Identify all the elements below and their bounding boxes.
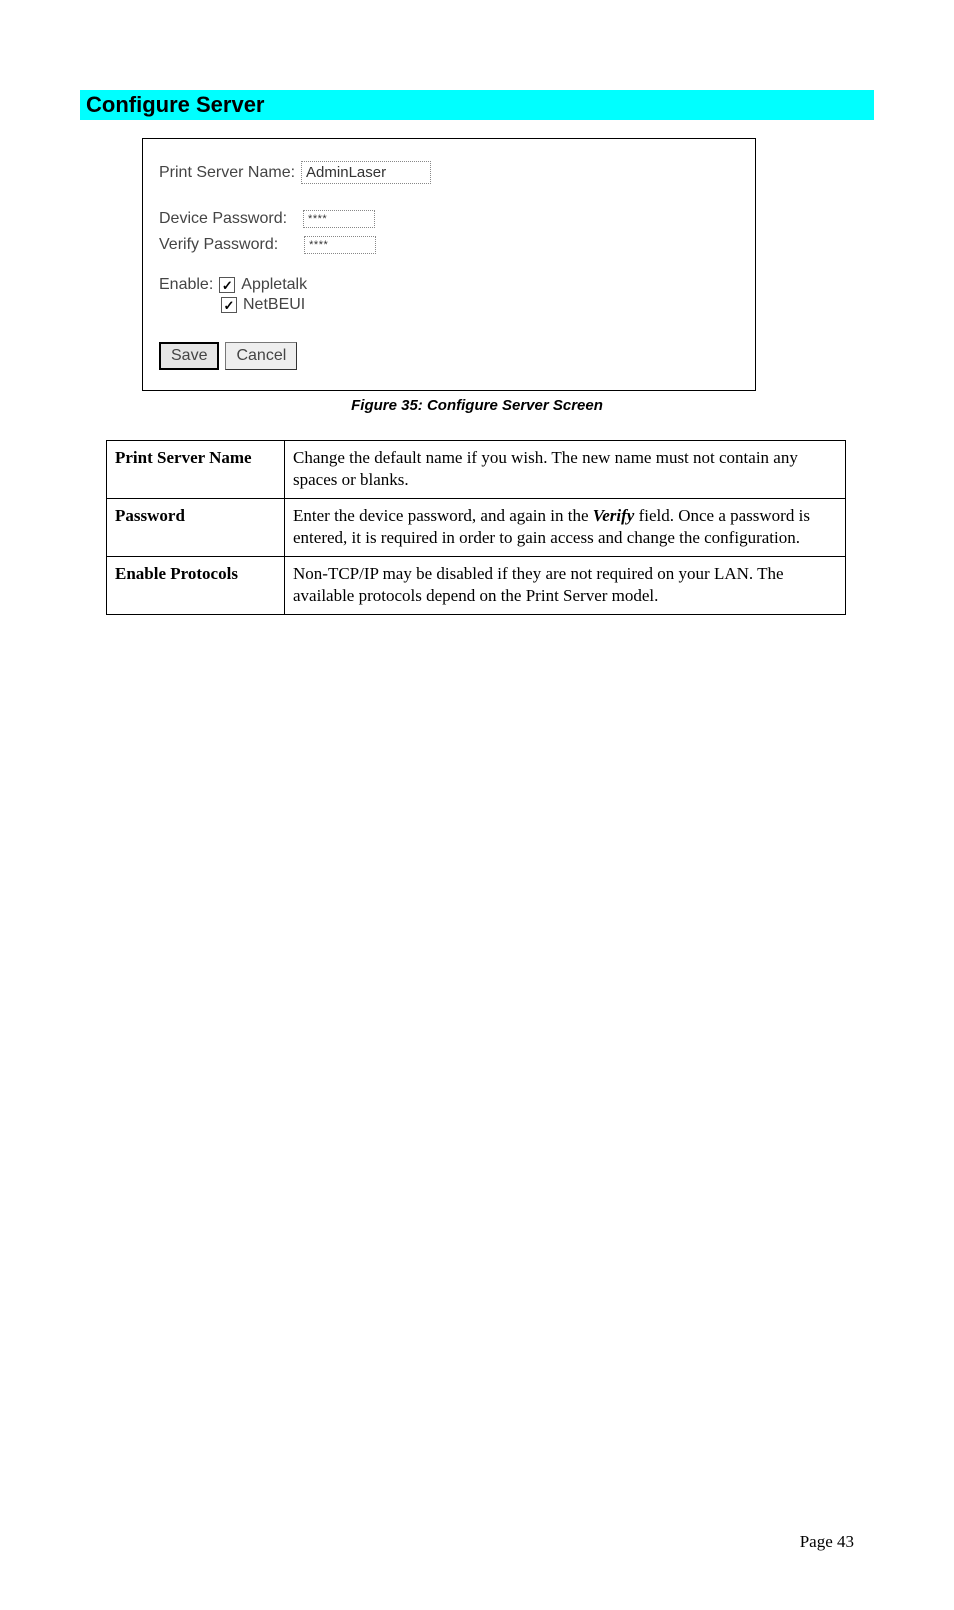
netbeui-checkbox[interactable]: ✓ [221,297,237,313]
section-heading-text: Configure Server [86,92,265,117]
device-password-row: Device Password: [159,210,739,228]
page-number: Page 43 [800,1532,854,1552]
enable-netbeui-row: ✓ NetBEUI [221,296,739,314]
device-password-label: Device Password: [159,210,287,228]
row2-verify-word: Verify [593,506,635,525]
row2-label: Password [107,498,285,556]
verify-password-label: Verify Password: [159,236,278,254]
row3-text: Non-TCP/IP may be disabled if they are n… [285,556,846,614]
print-server-name-row: Print Server Name: [159,161,739,184]
row3-label: Enable Protocols [107,556,285,614]
print-server-name-label: Print Server Name: [159,164,295,182]
figure-caption: Figure 35: Configure Server Screen [80,397,874,414]
row2-text: Enter the device password, and again in … [285,498,846,556]
description-table: Print Server Name Change the default nam… [106,440,846,615]
row1-text: Change the default name if you wish. The… [285,441,846,499]
table-row: Enable Protocols Non-TCP/IP may be disab… [107,556,846,614]
save-button[interactable]: Save [159,342,219,370]
row1-label: Print Server Name [107,441,285,499]
enable-label: Enable: [159,276,213,294]
enable-appletalk-row: Enable: ✓ Appletalk [159,276,739,294]
row2-text-before: Enter the device password, and again in … [293,506,593,525]
cancel-button[interactable]: Cancel [225,342,297,370]
table-row: Print Server Name Change the default nam… [107,441,846,499]
appletalk-checkbox[interactable]: ✓ [219,277,235,293]
button-row: Save Cancel [159,342,739,370]
section-heading-bar: Configure Server [80,90,874,120]
verify-password-input[interactable] [304,236,376,254]
configure-server-screenshot: Print Server Name: Device Password: Veri… [142,138,756,391]
table-row: Password Enter the device password, and … [107,498,846,556]
enable-protocols-block: Enable: ✓ Appletalk ✓ NetBEUI [159,276,739,314]
appletalk-checkbox-label: Appletalk [241,276,307,294]
device-password-input[interactable] [303,210,375,228]
netbeui-checkbox-label: NetBEUI [243,296,305,314]
print-server-name-input[interactable] [301,161,431,184]
verify-password-row: Verify Password: [159,236,739,254]
